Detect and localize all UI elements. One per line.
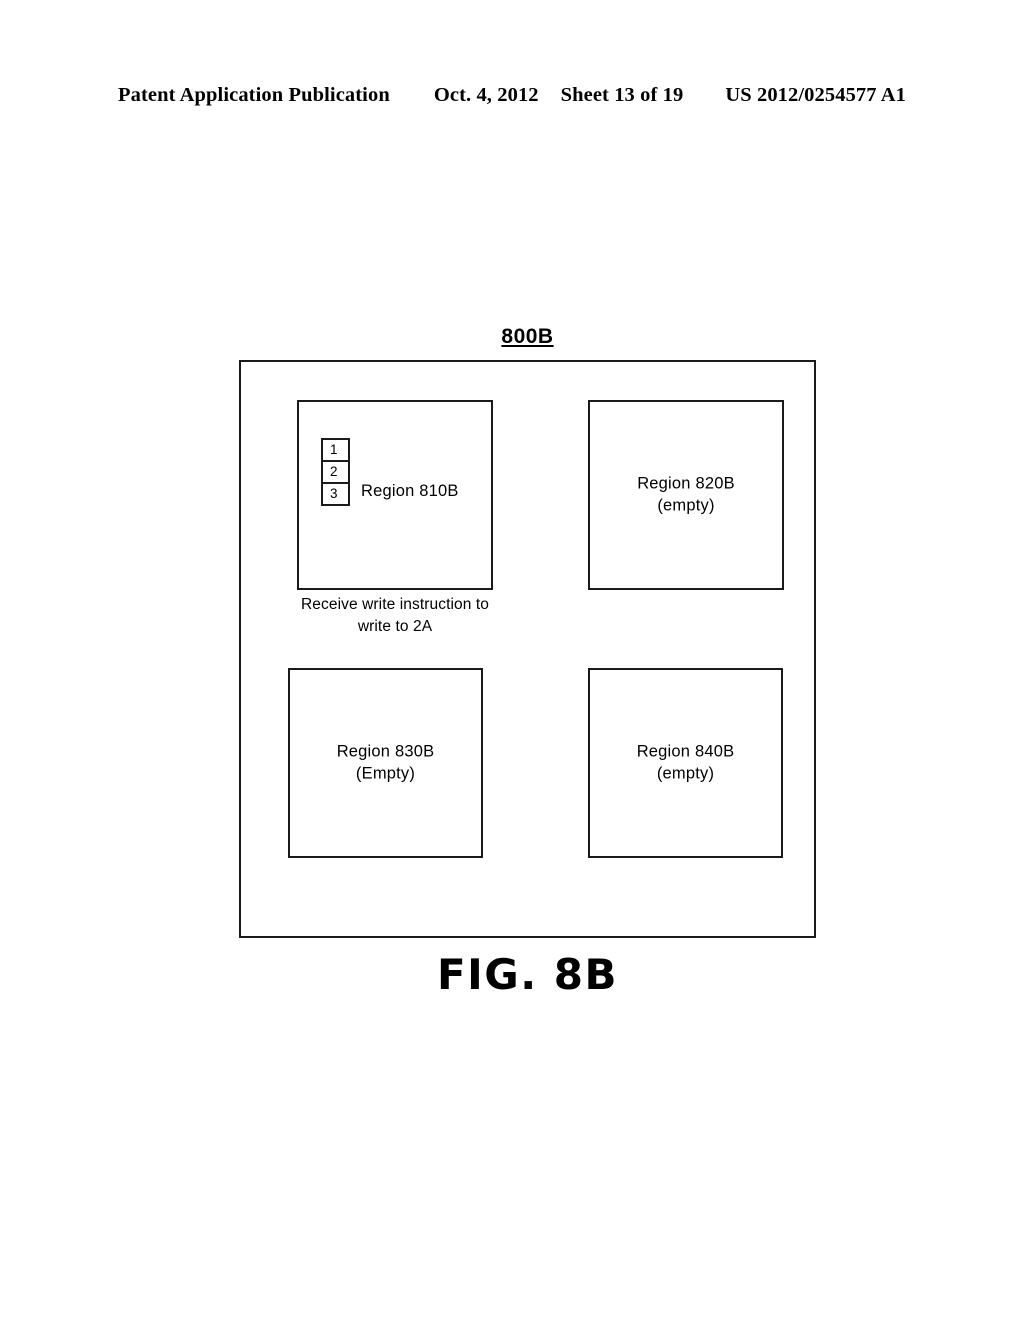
region-name-830b: Region 830B	[336, 742, 435, 761]
region-label-830b: Region 830B (Empty)	[290, 741, 481, 786]
memory-cell-label: 3	[330, 486, 338, 502]
memory-cell-label: 1	[330, 442, 338, 458]
figure-caption: FIG. 8B	[436, 950, 619, 999]
region-state-830b: (Empty)	[355, 765, 416, 783]
memory-cell-stack-810b: 1 2 3	[321, 438, 350, 506]
memory-cell: 1	[321, 438, 350, 462]
region-label-810b: Region 810B	[361, 482, 459, 500]
region-name-820b: Region 820B	[637, 474, 735, 493]
region-810b-caption: Receive write instruction to write to 2A	[300, 596, 489, 635]
memory-cell: 3	[321, 482, 350, 506]
region-box-820b: Region 820B (empty)	[588, 400, 784, 590]
memory-cell: 2	[321, 460, 350, 484]
region-name-840b: Region 840B	[636, 742, 735, 761]
region-box-810b: 1 2 3 Region 810B	[297, 400, 493, 590]
region-box-830b: Region 830B (Empty)	[288, 668, 483, 858]
figure-reference-label-800b: 800B	[501, 325, 554, 348]
region-state-840b: (empty)	[656, 765, 715, 783]
region-label-840b: Region 840B (empty)	[590, 741, 781, 786]
patent-figure-8b: 800B 1 2 3 Region 810B Receive write ins…	[0, 0, 1024, 1320]
region-state-820b: (empty)	[657, 497, 715, 515]
region-box-840b: Region 840B (empty)	[588, 668, 783, 858]
memory-cell-label: 2	[330, 464, 338, 480]
region-label-820b: Region 820B (empty)	[590, 473, 782, 518]
